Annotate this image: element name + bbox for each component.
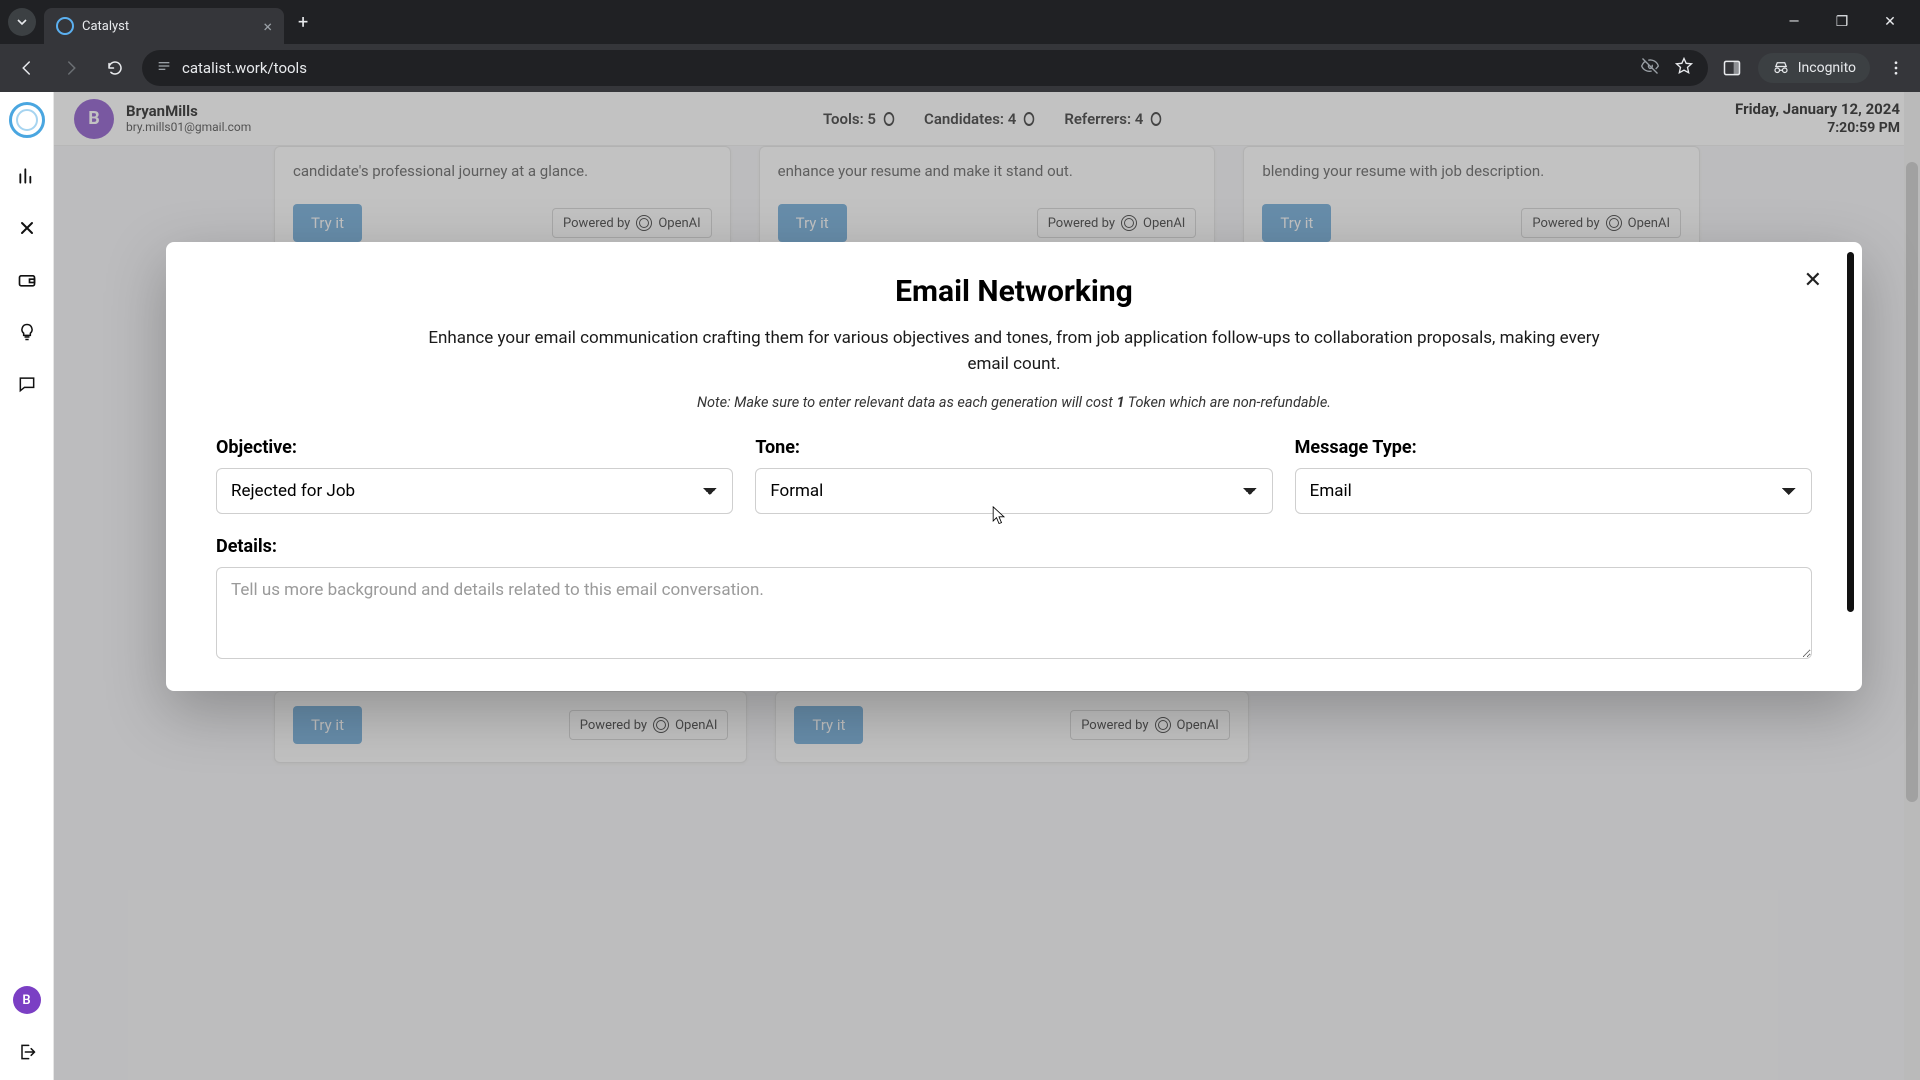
rail-avatar-initial: B xyxy=(22,993,30,1008)
new-tab-button[interactable]: + xyxy=(298,12,308,33)
details-label: Details: xyxy=(216,536,1812,557)
details-textarea[interactable] xyxy=(216,567,1812,659)
url-text: catalist.work/tools xyxy=(182,59,307,77)
close-window-icon[interactable]: ✕ xyxy=(1878,14,1902,30)
modal-close-button[interactable]: ✕ xyxy=(1804,268,1822,293)
site-info-icon[interactable] xyxy=(156,58,172,78)
email-networking-modal: ✕ Email Networking Enhance your email co… xyxy=(166,242,1862,691)
address-bar[interactable]: catalist.work/tools xyxy=(142,50,1708,86)
side-panel-icon[interactable] xyxy=(1718,54,1746,82)
modal-note-prefix: Note: Make sure to enter relevant data a… xyxy=(697,394,1116,411)
window-controls: — ❐ ✕ xyxy=(1782,14,1912,30)
logout-icon[interactable] xyxy=(13,1038,41,1066)
message-type-field: Message Type: Email xyxy=(1295,437,1812,514)
modal-note-suffix: Token which are non-refundable. xyxy=(1125,394,1331,411)
form-row: Objective: Rejected for Job Tone: Formal… xyxy=(216,437,1812,514)
chat-icon[interactable] xyxy=(13,370,41,398)
tab-search-button[interactable] xyxy=(8,8,36,36)
modal-description: Enhance your email communication craftin… xyxy=(424,325,1604,378)
incognito-label: Incognito xyxy=(1798,60,1856,76)
objective-select[interactable]: Rejected for Job xyxy=(216,468,733,514)
browser-tab[interactable]: Catalyst × xyxy=(44,8,284,44)
tone-select[interactable]: Formal xyxy=(755,468,1272,514)
tab-title: Catalyst xyxy=(82,19,255,34)
incognito-indicator[interactable]: Incognito xyxy=(1758,53,1870,83)
page: B B BryanMills bry.mills01@gmail.com Too… xyxy=(0,92,1920,1080)
reload-button[interactable] xyxy=(98,51,132,85)
bookmark-star-icon[interactable] xyxy=(1674,56,1694,80)
left-rail: B xyxy=(0,92,54,1080)
content-area: B BryanMills bry.mills01@gmail.com Tools… xyxy=(54,92,1920,1080)
details-field: Details: xyxy=(216,536,1812,663)
browser-tab-strip: Catalyst × + — ❐ ✕ xyxy=(0,0,1920,44)
message-type-label: Message Type: xyxy=(1295,437,1812,458)
tools-icon[interactable] xyxy=(13,214,41,242)
modal-note-bold: 1 xyxy=(1116,394,1124,411)
browser-toolbar: catalist.work/tools Incognito xyxy=(0,44,1920,92)
browser-menu-icon[interactable] xyxy=(1882,54,1910,82)
objective-field: Objective: Rejected for Job xyxy=(216,437,733,514)
app-logo[interactable] xyxy=(9,102,45,138)
modal-note: Note: Make sure to enter relevant data a… xyxy=(216,394,1812,411)
tone-label: Tone: xyxy=(755,437,1272,458)
incognito-icon xyxy=(1772,59,1790,77)
tab-favicon xyxy=(56,17,74,35)
maximize-icon[interactable]: ❐ xyxy=(1830,14,1854,30)
lightbulb-icon[interactable] xyxy=(13,318,41,346)
minimize-icon[interactable]: — xyxy=(1782,14,1806,30)
modal-title: Email Networking xyxy=(216,274,1812,309)
tab-close-icon[interactable]: × xyxy=(263,17,272,36)
wallet-icon[interactable] xyxy=(13,266,41,294)
analytics-icon[interactable] xyxy=(13,162,41,190)
objective-label: Objective: xyxy=(216,437,733,458)
eye-off-icon[interactable] xyxy=(1640,56,1660,80)
modal-scrollbar[interactable] xyxy=(1847,252,1854,612)
tone-field: Tone: Formal xyxy=(755,437,1272,514)
message-type-select[interactable]: Email xyxy=(1295,468,1812,514)
back-button[interactable] xyxy=(10,51,44,85)
rail-avatar[interactable]: B xyxy=(13,986,41,1014)
forward-button[interactable] xyxy=(54,51,88,85)
